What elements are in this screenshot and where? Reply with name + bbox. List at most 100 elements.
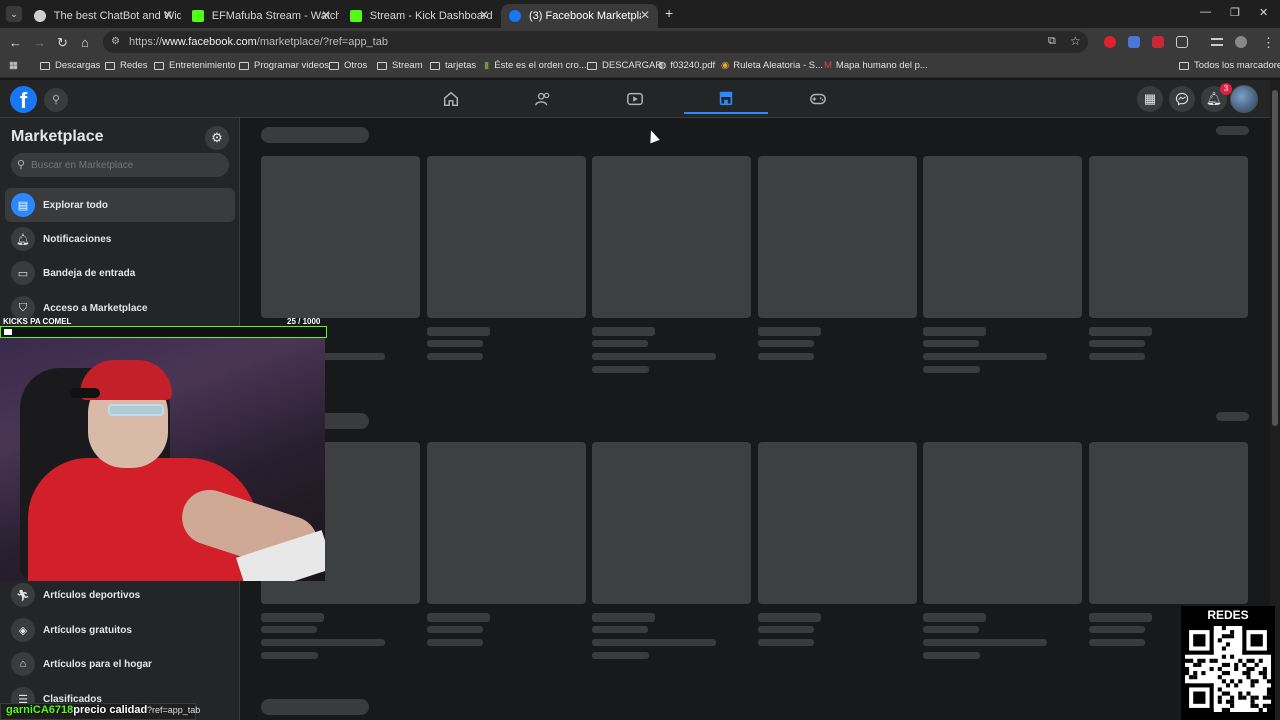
tab-chatbot[interactable]: The best ChatBot and Widgets ✕ xyxy=(26,4,181,28)
bookmark-programar-videos[interactable]: Programar videos xyxy=(239,60,329,71)
nav-home-tab[interactable] xyxy=(421,84,481,114)
search-icon[interactable]: ⚲ xyxy=(44,88,68,112)
bookmark-pdf[interactable]: ◍ f03240.pdf xyxy=(658,60,715,71)
skeleton-link xyxy=(1216,412,1249,421)
tab-title: EFMafuba Stream - Watch Live xyxy=(211,10,339,22)
folder-icon xyxy=(154,61,164,70)
marketplace-search[interactable]: ⚲ xyxy=(11,153,229,177)
notifications-button[interactable]: 🔔︎ 3 xyxy=(1201,83,1232,112)
extensions-puzzle-icon[interactable] xyxy=(1176,36,1188,48)
menu-grid-button[interactable]: ▦ xyxy=(1137,86,1163,112)
reload-icon[interactable]: ↻ xyxy=(57,35,68,51)
tab-search-icon[interactable]: ⌄ xyxy=(6,6,22,22)
marketplace-feed-skeleton xyxy=(240,118,1270,720)
marketplace-search-input[interactable] xyxy=(31,156,221,174)
sidebar-category-articulos-deportivos[interactable]: 🏃︎ Artículos deportivos xyxy=(5,578,235,612)
extension-mm-icon[interactable] xyxy=(1152,36,1164,48)
close-icon[interactable]: ✕ xyxy=(163,8,173,22)
close-icon[interactable]: ✕ xyxy=(479,8,489,22)
skeleton-heading xyxy=(261,699,369,715)
menu-kebab-icon[interactable]: ⋮ xyxy=(1262,35,1275,51)
restore-icon[interactable]: ❐ xyxy=(1230,6,1240,19)
profile-avatar[interactable] xyxy=(1230,85,1258,113)
skeleton-text-line xyxy=(1089,340,1145,347)
address-bar[interactable]: ⚙ https://www.facebook.com/marketplace/?… xyxy=(103,31,1088,53)
close-icon[interactable]: ✕ xyxy=(640,8,650,22)
facebook-logo-icon[interactable]: f xyxy=(10,86,37,113)
listing-card-placeholder xyxy=(592,156,751,318)
sidebar-category-articulos-gratuitos[interactable]: ◈ Artículos gratuitos xyxy=(5,613,235,647)
bookmark-mapa[interactable]: M Mapa humano del p... xyxy=(824,60,928,71)
listing-card-placeholder xyxy=(427,156,586,318)
bookmark-ruleta[interactable]: ◉ Ruleta Aleatoria - S... xyxy=(721,60,823,71)
skeleton-text-line xyxy=(923,626,979,633)
skeleton-text-line xyxy=(427,327,490,336)
sidebar-title: Marketplace xyxy=(11,128,104,145)
install-app-icon[interactable]: ⧉ xyxy=(1048,35,1056,48)
tab-kick-dashboard[interactable]: Stream - Kick Dashboard ✕ xyxy=(342,4,497,28)
sidebar-item-label: Bandeja de entrada xyxy=(43,267,136,279)
bookmark-descargas[interactable]: Descargas xyxy=(40,60,100,71)
tag-icon: ◈ xyxy=(11,618,35,642)
bookmarks-bar: ▦ Descargas Redes Entretenimiento Progra… xyxy=(0,56,1280,78)
skeleton-text-line xyxy=(427,353,483,360)
skeleton-text-line xyxy=(592,366,649,373)
folder-icon xyxy=(40,61,50,70)
kicks-goal-count: 25 / 1000 xyxy=(287,317,321,326)
new-tab-plus-icon[interactable]: + xyxy=(665,5,673,21)
scrollbar-thumb[interactable] xyxy=(1272,90,1278,426)
bookmark-entretenimiento[interactable]: Entretenimiento xyxy=(154,60,236,71)
media-control-icon[interactable] xyxy=(1211,38,1223,46)
back-icon[interactable]: ← xyxy=(9,35,22,50)
tab-title: (3) Facebook Marketplace | Face xyxy=(529,10,641,22)
redes-qr-widget: REDES xyxy=(1181,606,1275,720)
sidebar-item-bandeja-entrada[interactable]: ▭ Bandeja de entrada xyxy=(5,256,235,290)
close-icon[interactable]: ✕ xyxy=(321,8,331,22)
streamer-glasses xyxy=(108,404,164,416)
bookmark-redes[interactable]: Redes xyxy=(105,60,147,71)
minimize-icon[interactable]: — xyxy=(1200,6,1211,18)
sidebar-item-notificaciones[interactable]: 🔔︎ Notificaciones xyxy=(5,222,235,256)
kicks-progress-fill xyxy=(4,329,12,335)
forward-icon[interactable]: → xyxy=(33,35,46,50)
status-url: ?ref=app_tab xyxy=(147,705,201,715)
bookmark-tarjetas[interactable]: tarjetas xyxy=(430,60,476,71)
skeleton-text-line xyxy=(592,613,655,622)
nav-friends-tab[interactable] xyxy=(513,84,573,114)
skeleton-text-line xyxy=(923,353,1047,360)
kick-favicon-icon xyxy=(350,10,362,22)
skeleton-text-line xyxy=(261,613,324,622)
bookmark-descargar[interactable]: DESCARGAR xyxy=(587,60,662,71)
bookmark-star-icon[interactable]: ☆ xyxy=(1070,34,1081,48)
home-icon[interactable]: ⌂ xyxy=(81,35,89,50)
bookmark-all-bookmarks[interactable]: Todos los marcadores xyxy=(1179,60,1280,71)
skeleton-text-line xyxy=(592,639,716,646)
bookmark-stream[interactable]: Stream xyxy=(377,60,423,71)
settings-gear-icon[interactable]: ⚙ xyxy=(205,126,229,150)
nav-marketplace-tab[interactable] xyxy=(684,84,768,114)
translate-extension-icon[interactable] xyxy=(1128,36,1140,48)
nav-gaming-tab[interactable] xyxy=(788,84,848,114)
messenger-button[interactable] xyxy=(1169,86,1195,112)
tab-efmafuba-stream[interactable]: EFMafuba Stream - Watch Live ✕ xyxy=(184,4,339,28)
sidebar-category-articulos-hogar[interactable]: ⌂ Artículos para el hogar xyxy=(5,647,235,681)
inbox-icon: ▭ xyxy=(11,261,35,285)
bookmark-orden-cronologico[interactable]: ▮ Éste es el orden cro... xyxy=(484,60,587,71)
browser-tab-bar: ⌄ The best ChatBot and Widgets ✕ EFMafub… xyxy=(0,0,1280,28)
skeleton-text-line xyxy=(923,327,986,336)
nav-watch-tab[interactable] xyxy=(605,84,665,114)
extension-red-icon[interactable] xyxy=(1104,36,1116,48)
profile-icon[interactable] xyxy=(1235,36,1247,48)
window-close-icon[interactable]: ✕ xyxy=(1259,6,1268,19)
skeleton-text-line xyxy=(592,626,648,633)
site-info-icon[interactable]: ⚙ xyxy=(111,36,120,47)
bottle-icon: ▮ xyxy=(484,60,490,71)
sidebar-item-explorar-todo[interactable]: ▤ Explorar todo xyxy=(5,188,235,222)
running-icon: 🏃︎ xyxy=(11,583,35,607)
qr-code-icon xyxy=(1185,626,1271,712)
bookmark-otros[interactable]: Otros xyxy=(329,60,367,71)
skeleton-text-line xyxy=(592,652,649,659)
friends-icon xyxy=(535,92,550,106)
apps-grid-icon[interactable]: ▦ xyxy=(9,60,18,71)
tab-facebook-marketplace[interactable]: (3) Facebook Marketplace | Face ✕ xyxy=(501,4,658,28)
